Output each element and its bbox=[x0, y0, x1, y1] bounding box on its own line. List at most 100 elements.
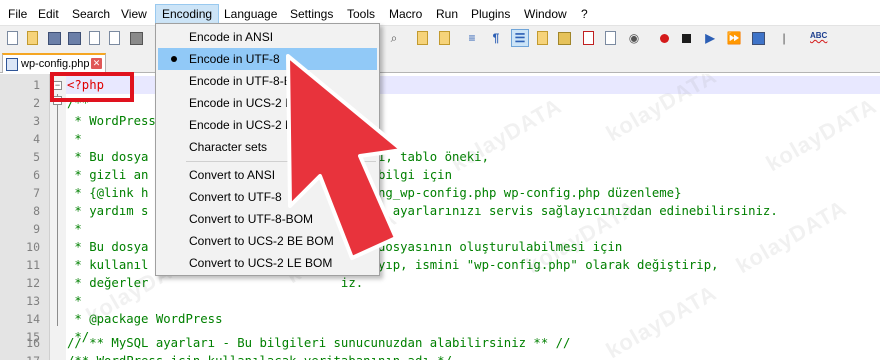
code-line: 4 * bbox=[0, 130, 880, 148]
code-text: * WordPress bbox=[67, 114, 156, 128]
menu-help[interactable]: ? bbox=[575, 4, 594, 24]
file-icon bbox=[6, 57, 18, 71]
menu-item-label: Encode in ANSI bbox=[189, 30, 274, 44]
code-line: 7 * {@link h diting_wp-config.php wp-con… bbox=[0, 184, 880, 202]
doc-map-icon[interactable] bbox=[534, 30, 550, 46]
document-list-icon[interactable] bbox=[602, 30, 618, 46]
code-line: 5 * Bu dosya ları, tablo öneki, bbox=[0, 148, 880, 166]
editor[interactable]: − − 1 <?php 2/** 3 * WordPress 4 * 5 * Bu… bbox=[0, 74, 880, 360]
line-number: 9 bbox=[33, 222, 40, 236]
code-text: * bbox=[67, 222, 82, 236]
zoom-out-icon[interactable] bbox=[436, 30, 452, 46]
menu-item-encode-ansi[interactable]: Encode in ANSI bbox=[158, 26, 377, 48]
code-text: // ** MySQL ayarları - Bu bilgileri sunu… bbox=[67, 336, 571, 350]
zoom-in-icon[interactable] bbox=[414, 30, 430, 46]
menu-macro[interactable]: Macro bbox=[383, 4, 428, 24]
menu-item-encode-ucs2-be-bom[interactable]: Encode in UCS-2 BE BOM bbox=[158, 92, 377, 114]
line-number: 4 bbox=[33, 132, 40, 146]
line-number: 17 bbox=[0, 352, 40, 360]
menu-plugins[interactable]: Plugins bbox=[465, 4, 516, 24]
menu-item-label: Encode in UTF-8 bbox=[189, 52, 280, 66]
show-all-chars-icon[interactable]: ¶ bbox=[488, 30, 504, 46]
folder-workspace-icon[interactable] bbox=[580, 30, 596, 46]
tab-close-icon[interactable]: ✕ bbox=[91, 58, 102, 69]
line-number: 7 bbox=[33, 186, 40, 200]
toolbar: ⌕ ≡ ¶ ☰ ◉ ▶ ⏩ | ABC bbox=[0, 26, 880, 50]
highlight-box bbox=[50, 72, 134, 102]
selected-bullet-icon bbox=[171, 56, 177, 62]
menu-view[interactable]: View bbox=[115, 4, 153, 24]
indent-guide-icon[interactable]: ☰ bbox=[511, 29, 529, 47]
tab-wp-config[interactable]: wp-config.php ✕ bbox=[2, 53, 106, 73]
function-list-icon[interactable] bbox=[556, 30, 572, 46]
line-number: 5 bbox=[33, 150, 40, 164]
menu-file[interactable]: File bbox=[2, 4, 33, 24]
menu-item-label: Convert to UCS-2 BE BOM bbox=[189, 234, 334, 248]
spell-check-icon[interactable]: ABC bbox=[810, 31, 827, 40]
menu-item-convert-ucs2-le-bom[interactable]: Convert to UCS-2 LE BOM bbox=[158, 252, 377, 274]
menu-item-label: Character sets bbox=[189, 140, 268, 154]
menu-item-label: Convert to UCS-2 LE BOM bbox=[189, 256, 333, 270]
code-line: 14 * @package WordPress bbox=[0, 310, 880, 328]
line-number: 12 bbox=[26, 276, 40, 290]
line-number: 14 bbox=[26, 312, 40, 326]
encoding-menu: Encode in ANSI Encode in UTF-8 Encode in… bbox=[155, 23, 380, 276]
line-number: 8 bbox=[33, 204, 40, 218]
code-line: 3 * WordPress bbox=[0, 112, 880, 130]
code-line: 8 * yardım s MySQL ayarlarınızı servis s… bbox=[0, 202, 880, 220]
line-number: 13 bbox=[26, 294, 40, 308]
menu-search[interactable]: Search bbox=[66, 4, 116, 24]
line-number: 6 bbox=[33, 168, 40, 182]
code-line: 6 * gizli an zla bilgi için bbox=[0, 166, 880, 184]
line-number: 1 bbox=[33, 78, 40, 92]
menu-item-character-sets[interactable]: Character sets bbox=[158, 136, 377, 158]
menu-item-encode-ucs2-le-bom[interactable]: Encode in UCS-2 LE BOM bbox=[158, 114, 377, 136]
menu-encoding[interactable]: Encoding bbox=[155, 4, 220, 24]
menu-item-encode-utf8[interactable]: Encode in UTF-8 bbox=[158, 48, 377, 70]
code-text: * bbox=[67, 294, 82, 308]
menu-item-label: Convert to UTF-8-BOM bbox=[189, 212, 314, 226]
close-all-icon[interactable] bbox=[106, 30, 122, 46]
open-file-icon[interactable] bbox=[24, 30, 40, 46]
menu-window[interactable]: Window bbox=[518, 4, 573, 24]
menu-item-label: Convert to ANSI bbox=[189, 168, 276, 182]
menu-item-convert-ucs2-be-bom[interactable]: Convert to UCS-2 BE BOM bbox=[158, 230, 377, 252]
find-icon[interactable]: ⌕ bbox=[386, 30, 402, 46]
print-icon[interactable] bbox=[128, 30, 144, 46]
wrap-icon[interactable]: ≡ bbox=[464, 30, 480, 46]
stop-macro-icon[interactable] bbox=[678, 30, 694, 46]
menu-run[interactable]: Run bbox=[430, 4, 464, 24]
save-macro-icon[interactable] bbox=[750, 30, 766, 46]
line-number: 10 bbox=[26, 240, 40, 254]
code-text: * bbox=[67, 132, 82, 146]
new-file-icon[interactable] bbox=[4, 30, 20, 46]
save-all-icon[interactable] bbox=[66, 30, 82, 46]
menu-edit[interactable]: Edit bbox=[32, 4, 65, 24]
menu-item-label: Encode in UCS-2 BE BOM bbox=[189, 96, 332, 110]
menu-separator bbox=[186, 161, 376, 162]
menu-settings[interactable]: Settings bbox=[284, 4, 339, 24]
menu-tools[interactable]: Tools bbox=[341, 4, 381, 24]
run-macro-multiple-icon[interactable]: ⏩ bbox=[726, 30, 742, 46]
close-icon[interactable] bbox=[86, 30, 102, 46]
code-text: /** WordPress için kullanılacak veritaba… bbox=[67, 352, 452, 360]
play-macro-icon[interactable]: ▶ bbox=[702, 30, 718, 46]
menu-item-convert-utf8-bom[interactable]: Convert to UTF-8-BOM bbox=[158, 208, 377, 230]
menu-item-label: Encode in UTF-8-BOM bbox=[189, 74, 312, 88]
menu-item-convert-ansi[interactable]: Convert to ANSI bbox=[158, 164, 377, 186]
menu-bar: File Edit Search View Encoding Language … bbox=[0, 0, 880, 26]
tab-bar: wp-config.php ✕ bbox=[0, 50, 880, 73]
save-icon[interactable] bbox=[46, 30, 62, 46]
line-number: 2 bbox=[33, 96, 40, 110]
menu-language[interactable]: Language bbox=[218, 4, 283, 24]
menu-item-label: Convert to UTF-8 bbox=[189, 190, 282, 204]
menu-item-label: Encode in UCS-2 LE BOM bbox=[189, 118, 331, 132]
menu-item-convert-utf8[interactable]: Convert to UTF-8 bbox=[158, 186, 377, 208]
code-line: 9 * bbox=[0, 220, 880, 238]
monitoring-icon[interactable]: ◉ bbox=[626, 30, 642, 46]
menu-item-encode-utf8-bom[interactable]: Encode in UTF-8-BOM bbox=[158, 70, 377, 92]
line-number: 3 bbox=[33, 114, 40, 128]
record-macro-icon[interactable] bbox=[656, 30, 672, 46]
line-number: 16 bbox=[26, 336, 40, 350]
code-line: 16 // ** MySQL ayarları - Bu bilgileri su… bbox=[0, 334, 880, 352]
